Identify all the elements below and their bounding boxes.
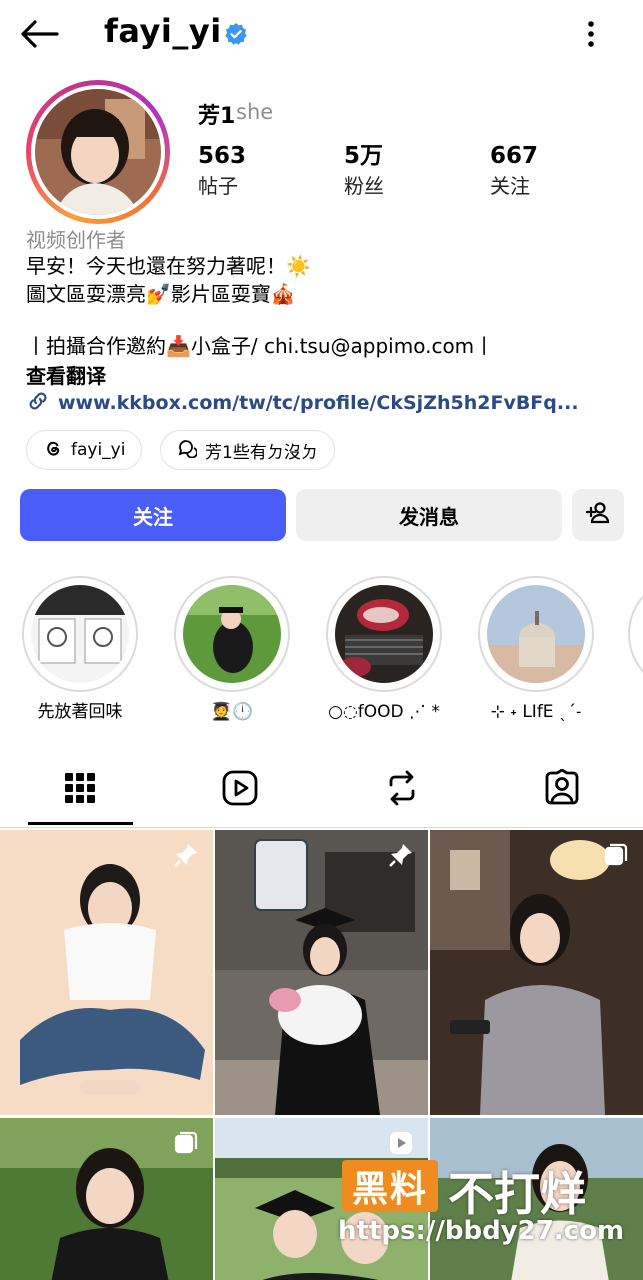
bio-line: 丨拍攝合作邀約📥小盒子/ chi.tsu@appimo.com丨 xyxy=(26,334,495,358)
repost-icon xyxy=(384,769,420,811)
avatar-photo xyxy=(35,89,161,215)
story-highlight[interactable] xyxy=(628,576,643,692)
highlight-cover xyxy=(183,585,281,683)
chat-bubble-icon xyxy=(177,438,198,463)
post-thumbnail[interactable] xyxy=(0,1118,213,1280)
bio-line: 早安！今天也還在努力著呢！☀️ xyxy=(26,254,311,278)
tagged-person-icon xyxy=(543,768,581,811)
story-highlight[interactable]: ⊹ ˖ LIfE ˎˊ˗ xyxy=(476,576,596,724)
stat-value: 5万 xyxy=(344,143,384,169)
carousel-icon xyxy=(173,1130,199,1160)
followers-count[interactable]: 5万 粉丝 xyxy=(344,140,384,200)
reels-icon xyxy=(221,769,259,811)
watermark-badge: 黑料 xyxy=(342,1160,438,1212)
stat-value: 667 xyxy=(490,143,539,169)
see-translation-link[interactable]: 查看翻译 xyxy=(26,360,106,389)
highlight-label: 🧑‍🎓🕛 xyxy=(210,702,254,722)
top-bar: fayi_yi xyxy=(0,0,643,68)
profile-avatar[interactable] xyxy=(26,80,170,224)
stat-label: 关注 xyxy=(490,174,530,198)
add-user-icon xyxy=(584,499,612,532)
divider xyxy=(0,827,643,828)
tab-tagged[interactable] xyxy=(512,760,612,820)
stat-label: 粉丝 xyxy=(344,174,384,198)
watermark: 黑料 不打烊 https://bbdy27.com xyxy=(338,1152,638,1274)
post-thumbnail[interactable] xyxy=(0,830,213,1115)
profile-category: 视频创作者 xyxy=(26,228,126,252)
profile-username: fayi_yi xyxy=(104,12,222,50)
pronoun: she xyxy=(236,100,274,124)
highlight-label: 先放著回味 xyxy=(37,702,123,722)
stat-label: 帖子 xyxy=(198,174,238,198)
watermark-url: https://bbdy27.com xyxy=(338,1216,625,1246)
post-thumbnail[interactable] xyxy=(430,830,643,1115)
carousel-icon xyxy=(603,842,629,872)
link-text: www.kkbox.com/tw/tc/profile/CkSjZh5h2FvB… xyxy=(58,392,579,414)
tab-grid[interactable] xyxy=(30,760,130,820)
follow-button[interactable]: 关注 xyxy=(20,489,286,541)
following-count[interactable]: 667 关注 xyxy=(490,140,538,200)
display-name: 芳1 xyxy=(198,104,236,129)
story-highlight[interactable]: 先放著回味 xyxy=(20,576,140,724)
highlight-label: ⊹ ˖ LIfE ˎˊ˗ xyxy=(490,702,582,722)
story-highlight[interactable]: ○◌fOOD ⋰ * xyxy=(324,576,444,724)
pin-icon xyxy=(388,842,414,872)
add-user-button[interactable] xyxy=(572,489,624,541)
bio-line: 圖文區耍漂亮💅影片區耍寶🎪 xyxy=(26,282,296,306)
highlight-cover xyxy=(335,585,433,683)
chip-label: 芳1些有ㄉ沒ㄉ xyxy=(205,442,318,463)
message-button[interactable]: 发消息 xyxy=(296,489,562,541)
link-icon xyxy=(26,389,50,417)
watermark-text: 不打烊 xyxy=(448,1167,586,1221)
highlight-cover xyxy=(31,585,129,683)
chip-label: fayi_yi xyxy=(71,440,126,460)
more-options-icon[interactable] xyxy=(576,16,606,52)
highlight-cover xyxy=(487,585,585,683)
tab-reels[interactable] xyxy=(190,760,290,820)
threads-chip[interactable]: fayi_yi xyxy=(26,430,143,470)
profile-link[interactable]: www.kkbox.com/tw/tc/profile/CkSjZh5h2FvB… xyxy=(26,388,579,418)
pin-icon xyxy=(173,842,199,872)
back-arrow-icon[interactable] xyxy=(16,14,62,54)
profile-tabs xyxy=(0,760,643,828)
tab-reposts[interactable] xyxy=(352,760,452,820)
verified-badge-icon xyxy=(224,22,248,46)
active-tab-indicator xyxy=(28,822,133,825)
threads-icon xyxy=(43,438,63,463)
stat-value: 563 xyxy=(198,143,247,169)
highlight-label: ○◌fOOD ⋰ * xyxy=(328,702,440,722)
grid-icon xyxy=(64,772,96,808)
channel-chip[interactable]: 芳1些有ㄉ沒ㄉ xyxy=(160,430,335,470)
posts-count[interactable]: 563 帖子 xyxy=(198,140,246,200)
post-thumbnail[interactable] xyxy=(215,830,428,1115)
story-highlight[interactable]: 🧑‍🎓🕛 xyxy=(172,576,292,724)
